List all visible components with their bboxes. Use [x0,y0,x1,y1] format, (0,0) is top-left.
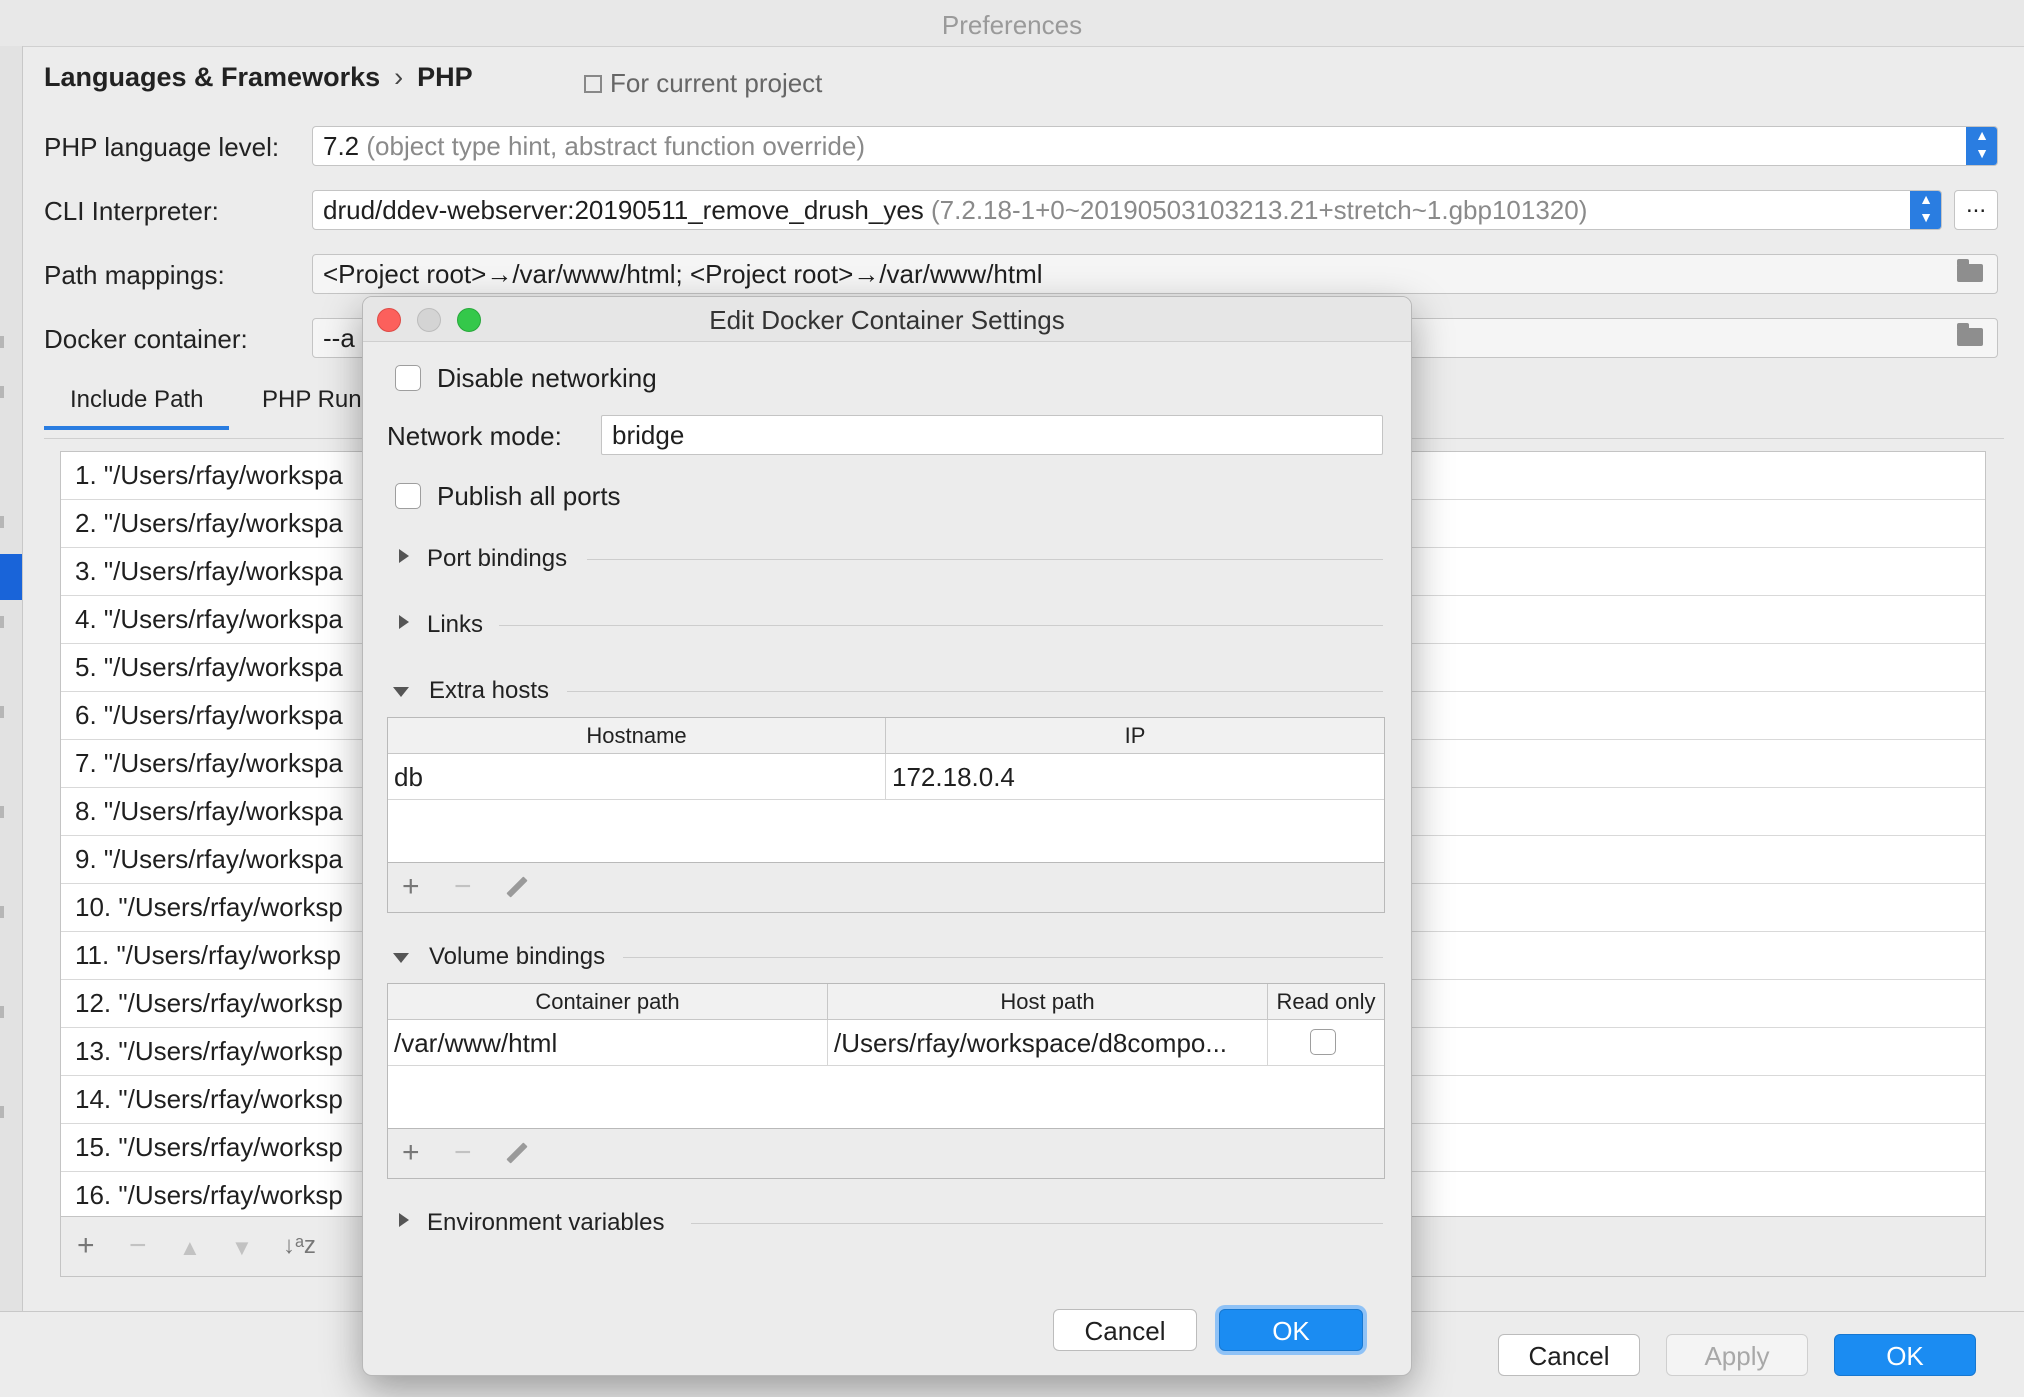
extra-hosts-toolbar: + − [387,863,1385,913]
docker-settings-dialog: Edit Docker Container Settings Disable n… [362,296,1412,1376]
table-cell-read-only[interactable] [1268,1020,1384,1066]
breadcrumb-page: PHP [417,62,473,92]
tree-marker [0,336,4,348]
section-divider [499,625,1383,626]
sort-icon[interactable]: ↓ᵃz [283,1231,316,1261]
section-divider [587,559,1383,560]
docker-container-value: --a [323,323,355,353]
network-mode-label: Network mode: [387,421,562,451]
chevron-updown-icon[interactable]: ▲ ▼ [1910,191,1941,229]
cli-interpreter-detail: (7.2.18-1+0~20190503103213.21+stretch~1.… [931,195,1588,225]
collapse-down-icon[interactable] [393,953,409,963]
cli-interpreter-label: CLI Interpreter: [44,196,219,226]
path-mappings-value: <Project root>→/var/www/html; <Project r… [323,259,1043,289]
cli-interpreter-select[interactable]: drud/ddev-webserver:20190511_remove_drus… [312,190,1942,230]
add-icon[interactable]: + [402,872,420,902]
disable-networking-label: Disable networking [437,363,657,393]
window-titlebar: Preferences [0,0,2024,47]
section-divider [691,1223,1383,1224]
dialog-cancel-button[interactable]: Cancel [1053,1309,1197,1351]
read-only-checkbox[interactable] [1310,1029,1336,1055]
settings-tree-selected-item[interactable] [0,554,22,600]
tree-marker [0,1006,4,1018]
edit-pencil-icon[interactable] [506,1142,528,1164]
volume-bindings-toolbar: + − [387,1129,1385,1179]
column-header-host-path[interactable]: Host path [828,984,1268,1020]
docker-container-label: Docker container: [44,324,248,354]
ok-button[interactable]: OK [1834,1334,1976,1376]
add-icon[interactable]: + [402,1138,420,1168]
folder-icon[interactable] [1957,323,1983,346]
current-project-indicator: For current project [584,68,822,99]
extra-hosts-section[interactable]: Extra hosts [429,677,549,705]
expand-right-icon[interactable] [399,615,409,629]
network-mode-input[interactable]: bridge [601,415,1383,455]
table-cell-host-path[interactable]: /Users/rfay/workspace/d8compo... [828,1020,1268,1066]
dialog-title: Edit Docker Container Settings [709,305,1065,335]
tree-marker [0,386,4,398]
apply-button[interactable]: Apply [1666,1334,1808,1376]
column-header-hostname[interactable]: Hostname [388,718,886,754]
move-down-icon[interactable]: ▼ [231,1233,253,1263]
links-section[interactable]: Links [427,611,483,639]
extra-hosts-table[interactable]: Hostname IP db 172.18.0.4 [387,717,1385,863]
tree-marker [0,516,4,528]
tree-marker [0,806,4,818]
breadcrumb-separator: › [394,62,404,92]
breadcrumb-section[interactable]: Languages & Frameworks [44,62,380,92]
add-icon[interactable]: + [77,1231,95,1261]
publish-all-ports-checkbox[interactable] [395,483,421,509]
path-mappings-field[interactable]: <Project root>→/var/www/html; <Project r… [312,254,1998,294]
tab-php-runtime[interactable]: PHP Run [262,386,362,414]
expand-right-icon[interactable] [399,549,409,563]
table-cell-container-path[interactable]: /var/www/html [388,1020,828,1066]
tab-include-path[interactable]: Include Path [43,386,230,430]
settings-tree-strip[interactable] [0,46,23,1311]
dialog-titlebar: Edit Docker Container Settings [363,297,1411,342]
disable-networking-checkbox[interactable] [395,365,421,391]
tree-marker [0,616,4,628]
breadcrumb: Languages & Frameworks › PHP [44,62,473,93]
table-cell-hostname[interactable]: db [388,754,886,800]
copy-icon [584,75,602,93]
environment-variables-section[interactable]: Environment variables [427,1209,664,1237]
move-up-icon[interactable]: ▲ [179,1233,201,1263]
tree-marker [0,706,4,718]
table-cell-ip[interactable]: 172.18.0.4 [886,754,1384,800]
volume-bindings-section[interactable]: Volume bindings [429,943,605,971]
tree-marker [0,906,4,918]
dialog-ok-button[interactable]: OK [1219,1309,1363,1351]
tree-marker [0,1106,4,1118]
cli-interpreter-more-button[interactable]: ... [1954,190,1998,230]
volume-bindings-table[interactable]: Container path Host path Read only /var/… [387,983,1385,1129]
remove-icon[interactable]: − [454,1138,472,1168]
remove-icon[interactable]: − [454,872,472,902]
edit-pencil-icon[interactable] [506,876,528,898]
current-project-label: For current project [610,68,823,98]
remove-icon[interactable]: − [129,1231,147,1261]
expand-right-icon[interactable] [399,1213,409,1227]
collapse-down-icon[interactable] [393,687,409,697]
folder-icon[interactable] [1957,259,1983,282]
window-title: Preferences [941,10,1083,40]
section-divider [567,691,1383,692]
php-level-detail: (object type hint, abstract function ove… [366,131,865,161]
chevron-updown-icon[interactable]: ▲ ▼ [1966,127,1997,165]
column-header-ip[interactable]: IP [886,718,1384,754]
column-header-container-path[interactable]: Container path [388,984,828,1020]
cli-interpreter-value: drud/ddev-webserver:20190511_remove_drus… [323,195,924,225]
path-mappings-label: Path mappings: [44,260,225,290]
section-divider [623,957,1383,958]
port-bindings-section[interactable]: Port bindings [427,545,567,573]
php-level-label: PHP language level: [44,132,280,162]
publish-all-ports-label: Publish all ports [437,481,621,511]
php-level-select[interactable]: 7.2 (object type hint, abstract function… [312,126,1998,166]
cancel-button[interactable]: Cancel [1498,1334,1640,1376]
php-level-value: 7.2 [323,131,360,161]
column-header-read-only[interactable]: Read only [1268,984,1384,1020]
network-mode-value: bridge [612,420,685,450]
